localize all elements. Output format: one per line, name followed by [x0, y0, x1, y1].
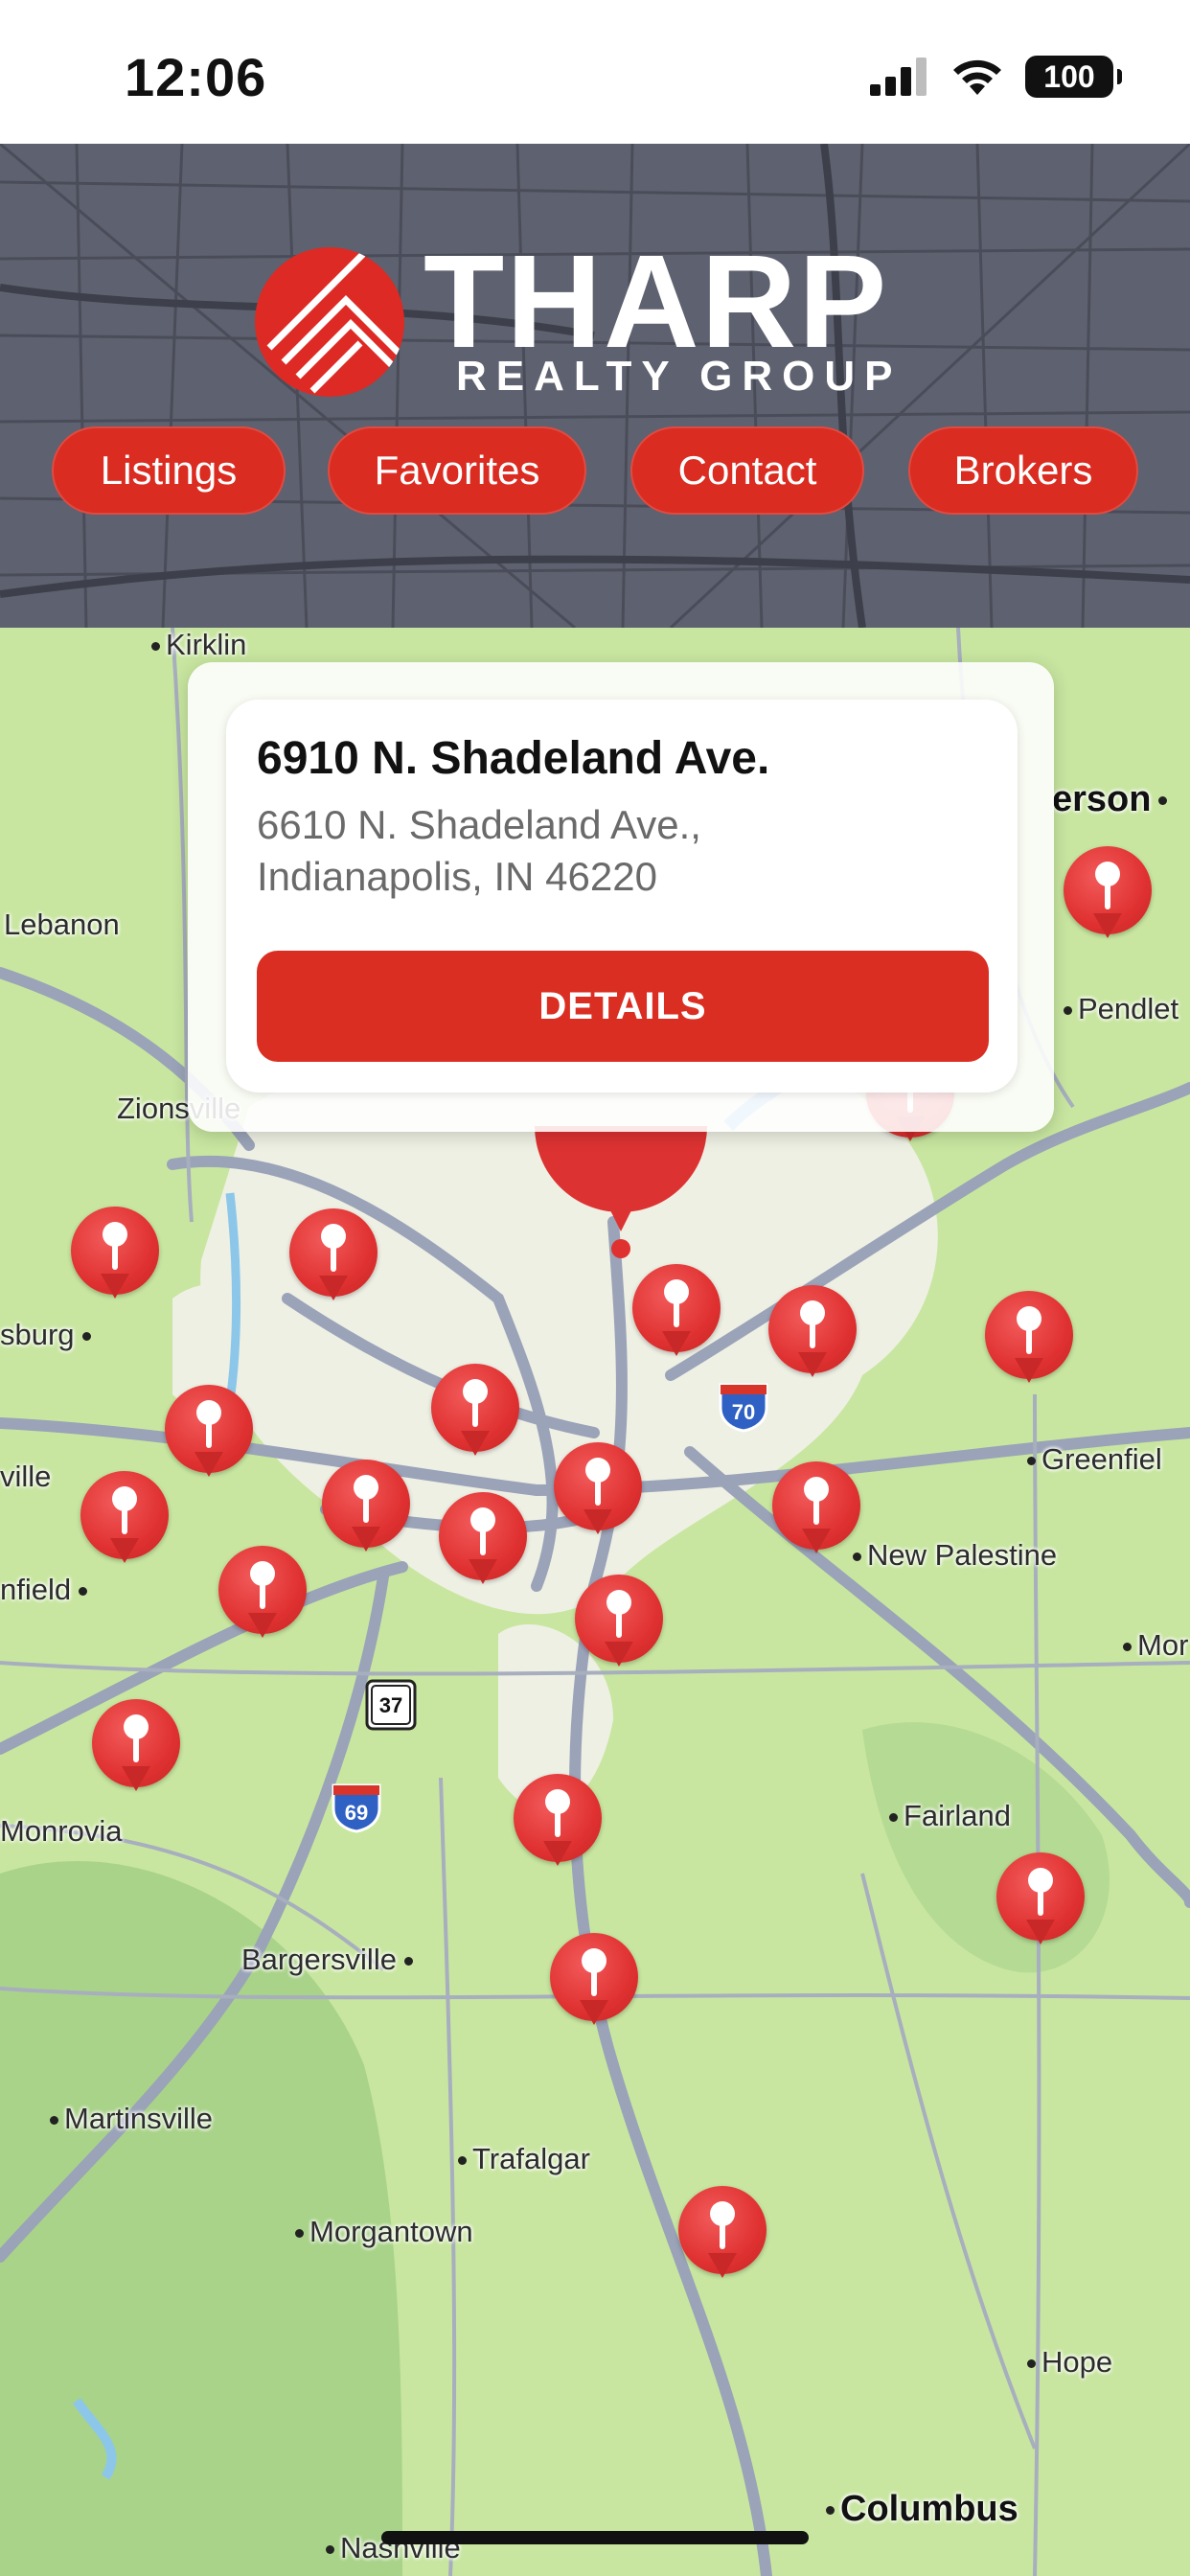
- listing-pin[interactable]: [768, 1285, 857, 1391]
- wifi-icon: [953, 59, 1001, 95]
- svg-text:70: 70: [732, 1400, 755, 1424]
- listing-pin[interactable]: [165, 1385, 253, 1490]
- listing-pin[interactable]: [550, 1933, 638, 2038]
- interstate-70-shield-icon: 70: [719, 1383, 768, 1433]
- place-martinsville: Martinsville: [50, 2102, 213, 2136]
- listing-pin[interactable]: [1064, 846, 1152, 952]
- listing-pin[interactable]: [996, 1852, 1085, 1958]
- status-bar: 12:06 100: [0, 0, 1190, 144]
- svg-text:37: 37: [379, 1693, 402, 1717]
- place-morgantown: Morgantown: [295, 2215, 473, 2249]
- listing-pin[interactable]: [218, 1546, 307, 1651]
- main-nav: Listings Favorites Contact Brokers: [0, 426, 1190, 518]
- brand-subtitle: REALTY GROUP: [456, 353, 903, 400]
- listing-title: 6910 N. Shadeland Ave.: [257, 733, 770, 784]
- listing-pin[interactable]: [678, 2186, 767, 2291]
- place-hope: Hope: [1027, 2345, 1112, 2380]
- listing-pin[interactable]: [632, 1264, 721, 1369]
- listing-pin[interactable]: [80, 1471, 169, 1576]
- place-bargersville: Bargersville: [241, 1943, 419, 1977]
- place-anderson: erson: [1052, 779, 1173, 820]
- place-kirklin: Kirklin: [151, 628, 246, 662]
- place-columbus: Columbus: [826, 2489, 1018, 2530]
- svg-text:69: 69: [345, 1801, 368, 1825]
- tharp-logo: THARP REALTY GROUP: [255, 228, 945, 402]
- place-greenfield: Greenfiel: [1027, 1442, 1162, 1477]
- listing-pin[interactable]: [439, 1492, 527, 1598]
- app-header: THARP REALTY GROUP Listings Favorites Co…: [0, 144, 1190, 628]
- listing-pin[interactable]: [575, 1575, 663, 1680]
- place-trafalgar: Trafalgar: [458, 2142, 590, 2176]
- place-plainfield: nfield: [0, 1573, 93, 1607]
- place-brownsburg: sburg: [0, 1318, 97, 1352]
- nav-contact-button[interactable]: Contact: [630, 426, 864, 515]
- place-mooresville: Mor: [1123, 1628, 1188, 1663]
- details-button[interactable]: DETAILS: [257, 951, 989, 1062]
- listing-pin[interactable]: [92, 1699, 180, 1805]
- us-37-shield-icon: 37: [365, 1679, 417, 1731]
- listing-address: 6610 N. Shadeland Ave., Indianapolis, IN…: [257, 799, 966, 903]
- place-danville: ville: [0, 1460, 52, 1493]
- place-pendleton: Pendlet: [1064, 992, 1179, 1026]
- place-lebanon: Lebanon: [4, 908, 120, 941]
- listing-pin[interactable]: [772, 1461, 860, 1567]
- listing-address-line1: 6610 N. Shadeland Ave.,: [257, 802, 701, 847]
- selected-listing-pin[interactable]: [535, 1126, 707, 1258]
- battery-indicator: 100: [1025, 56, 1122, 98]
- cellular-signal-icon: [870, 58, 927, 96]
- status-icons: 100: [870, 56, 1122, 98]
- place-new-palestine: New Palestine: [853, 1538, 1057, 1573]
- listing-pin[interactable]: [431, 1364, 519, 1469]
- listing-pin[interactable]: [289, 1208, 378, 1314]
- listing-pin[interactable]: [322, 1460, 410, 1565]
- interstate-69-shield-icon: 69: [332, 1783, 381, 1833]
- nav-favorites-button[interactable]: Favorites: [328, 426, 586, 515]
- listing-pin[interactable]: [554, 1442, 642, 1548]
- listing-pin[interactable]: [514, 1774, 602, 1879]
- home-indicator[interactable]: [381, 2531, 809, 2544]
- nav-brokers-button[interactable]: Brokers: [908, 426, 1138, 515]
- listing-pin[interactable]: [985, 1291, 1073, 1396]
- listing-pin[interactable]: [71, 1207, 159, 1312]
- listing-callout: 6910 N. Shadeland Ave. 6610 N. Shadeland…: [226, 700, 1018, 1092]
- tharp-logo-icon: [255, 247, 404, 397]
- place-fairland: Fairland: [889, 1799, 1011, 1833]
- listing-address-line2: Indianapolis, IN 46220: [257, 854, 657, 899]
- place-monrovia: Monrovia: [0, 1814, 123, 1848]
- nav-listings-button[interactable]: Listings: [52, 426, 286, 515]
- status-time: 12:06: [125, 47, 267, 107]
